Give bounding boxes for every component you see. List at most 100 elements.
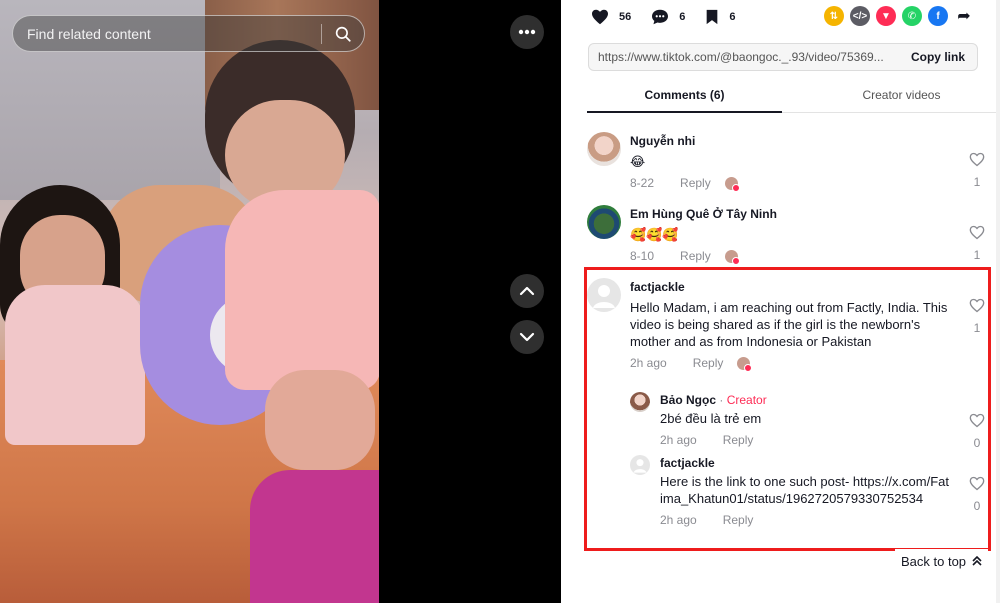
whatsapp-icon[interactable]: ✆ bbox=[902, 6, 922, 26]
video-girl bbox=[0, 175, 150, 465]
comment-like[interactable]: 0 bbox=[967, 413, 987, 450]
copy-link-button[interactable]: Copy link bbox=[901, 50, 977, 64]
share-arrow-icon[interactable]: ➦ bbox=[954, 6, 974, 26]
reply-button[interactable]: Reply bbox=[693, 356, 724, 370]
comment-like-count: 0 bbox=[973, 436, 981, 450]
scrollbar[interactable] bbox=[996, 0, 1000, 603]
comment-like-count: 1 bbox=[973, 248, 981, 262]
reply-button[interactable]: Reply bbox=[723, 513, 754, 527]
comment-username[interactable]: factjackle bbox=[660, 456, 949, 470]
double-chevron-up-icon bbox=[972, 556, 982, 566]
panel-tabs: Comments (6) Creator videos bbox=[587, 86, 999, 113]
comment-like[interactable]: 1 bbox=[967, 298, 987, 335]
save-count: 6 bbox=[729, 11, 736, 23]
search-box[interactable] bbox=[12, 15, 365, 52]
comment-username[interactable]: Bảo Ngọc bbox=[660, 393, 716, 407]
reply-button[interactable]: Reply bbox=[680, 176, 711, 190]
comment-date: 8-10 bbox=[630, 249, 655, 263]
chevron-down-icon bbox=[519, 332, 535, 342]
search-button[interactable] bbox=[322, 16, 364, 51]
comment-item: factjackle Hello Madam, i am reaching ou… bbox=[587, 278, 987, 388]
facebook-icon[interactable]: f bbox=[928, 6, 948, 26]
reply-meta: 2h ago Reply bbox=[660, 433, 957, 447]
chevron-up-icon bbox=[519, 286, 535, 296]
baby-leg bbox=[265, 370, 375, 470]
comment-like[interactable]: 1 bbox=[967, 225, 987, 262]
reply-meta: 2h ago Reply bbox=[660, 513, 949, 527]
comment-like[interactable]: 0 bbox=[967, 476, 987, 513]
comment-username[interactable]: Nguyễn nhi bbox=[630, 134, 957, 148]
avatar[interactable] bbox=[630, 455, 650, 475]
like-count: 56 bbox=[619, 11, 632, 23]
back-to-top-button[interactable]: Back to top bbox=[895, 549, 989, 573]
more-options-button[interactable] bbox=[510, 15, 544, 49]
heart-outline-icon bbox=[969, 413, 985, 428]
girl-body bbox=[5, 285, 145, 445]
comment-meta: 2h ago Reply bbox=[630, 356, 957, 372]
reply-item: factjackle Here is the link to one such … bbox=[630, 455, 987, 550]
reply-item: Bảo Ngọc · Creator 2bé đều là trẻ em 2h … bbox=[630, 392, 987, 450]
back-to-top-label: Back to top bbox=[901, 553, 967, 569]
creator-liked-avatar bbox=[724, 176, 740, 192]
share-link-box: https://www.tiktok.com/@baongoc._.93/vid… bbox=[588, 43, 978, 71]
comment-like-count: 1 bbox=[973, 321, 981, 335]
default-avatar-icon bbox=[593, 285, 615, 308]
avatar[interactable] bbox=[587, 132, 621, 166]
repost-icon[interactable]: ⇅ bbox=[824, 6, 844, 26]
comment-meta: 8-10 Reply bbox=[630, 249, 957, 265]
comment-count: 6 bbox=[679, 11, 686, 23]
heart-outline-icon bbox=[969, 225, 985, 240]
creator-liked-avatar bbox=[737, 356, 753, 372]
comment-date: 2h ago bbox=[660, 513, 697, 527]
comment-username[interactable]: factjackle bbox=[630, 280, 957, 294]
comment-text: 😂 bbox=[630, 154, 646, 169]
heart-outline-icon bbox=[969, 152, 985, 167]
avatar[interactable] bbox=[587, 205, 621, 239]
tab-creator-videos[interactable]: Creator videos bbox=[804, 86, 999, 112]
comment-like-count: 0 bbox=[973, 499, 981, 513]
comment-like[interactable]: 1 bbox=[967, 152, 987, 189]
comment-like-count: 1 bbox=[973, 175, 981, 189]
separator: · bbox=[716, 393, 727, 407]
save-action[interactable]: 6 bbox=[705, 9, 736, 25]
tab-comments[interactable]: Comments (6) bbox=[587, 86, 783, 113]
creator-badge: Creator bbox=[726, 393, 767, 407]
comment-icon bbox=[652, 9, 669, 25]
like-action[interactable]: 56 bbox=[591, 9, 631, 25]
next-video-button[interactable] bbox=[510, 320, 544, 354]
search-icon bbox=[335, 26, 351, 42]
comment-text: Hello Madam, i am reaching out from Fact… bbox=[630, 300, 948, 349]
reply-button[interactable]: Reply bbox=[723, 433, 754, 447]
more-icon bbox=[518, 29, 536, 35]
search-input[interactable] bbox=[13, 16, 321, 51]
previous-video-button[interactable] bbox=[510, 274, 544, 308]
heart-icon bbox=[592, 9, 608, 25]
send-icon[interactable]: ▼ bbox=[876, 6, 896, 26]
embed-icon[interactable]: </> bbox=[850, 6, 870, 26]
comment-username[interactable]: Em Hùng Quê Ở Tây Ninh bbox=[630, 207, 957, 221]
comment-action[interactable]: 6 bbox=[651, 9, 685, 25]
side-panel: 56 6 6 ⇅ </> ▼ ✆ f ➦ https://www.tiktok.… bbox=[561, 0, 1000, 603]
share-link-text[interactable]: https://www.tiktok.com/@baongoc._.93/vid… bbox=[589, 50, 901, 64]
video-pane bbox=[0, 0, 561, 603]
creator-liked-avatar bbox=[724, 249, 740, 265]
heart-outline-icon bbox=[969, 476, 985, 491]
comment-date: 8-22 bbox=[630, 176, 655, 190]
comment-date: 2h ago bbox=[630, 356, 667, 370]
video-player[interactable] bbox=[0, 0, 379, 603]
video-baby bbox=[200, 40, 379, 470]
share-icons: ⇅ </> ▼ ✆ f ➦ bbox=[824, 6, 980, 26]
comment-item: Nguyễn nhi 😂 8-22 Reply 1 bbox=[587, 132, 987, 192]
video-blanket bbox=[250, 470, 379, 603]
comment-meta: 8-22 Reply bbox=[630, 176, 957, 192]
reply-author-line: Bảo Ngọc · Creator bbox=[660, 393, 957, 407]
tab-gap bbox=[782, 86, 804, 112]
reply-button[interactable]: Reply bbox=[680, 249, 711, 263]
action-bar: 56 6 6 bbox=[591, 6, 756, 28]
baby-shirt bbox=[225, 190, 379, 390]
default-avatar-icon bbox=[633, 459, 647, 473]
bookmark-icon bbox=[707, 9, 718, 25]
avatar[interactable] bbox=[587, 278, 621, 312]
comment-item: Em Hùng Quê Ở Tây Ninh 🥰🥰🥰 8-10 Reply 1 bbox=[587, 205, 987, 265]
avatar[interactable] bbox=[630, 392, 650, 412]
